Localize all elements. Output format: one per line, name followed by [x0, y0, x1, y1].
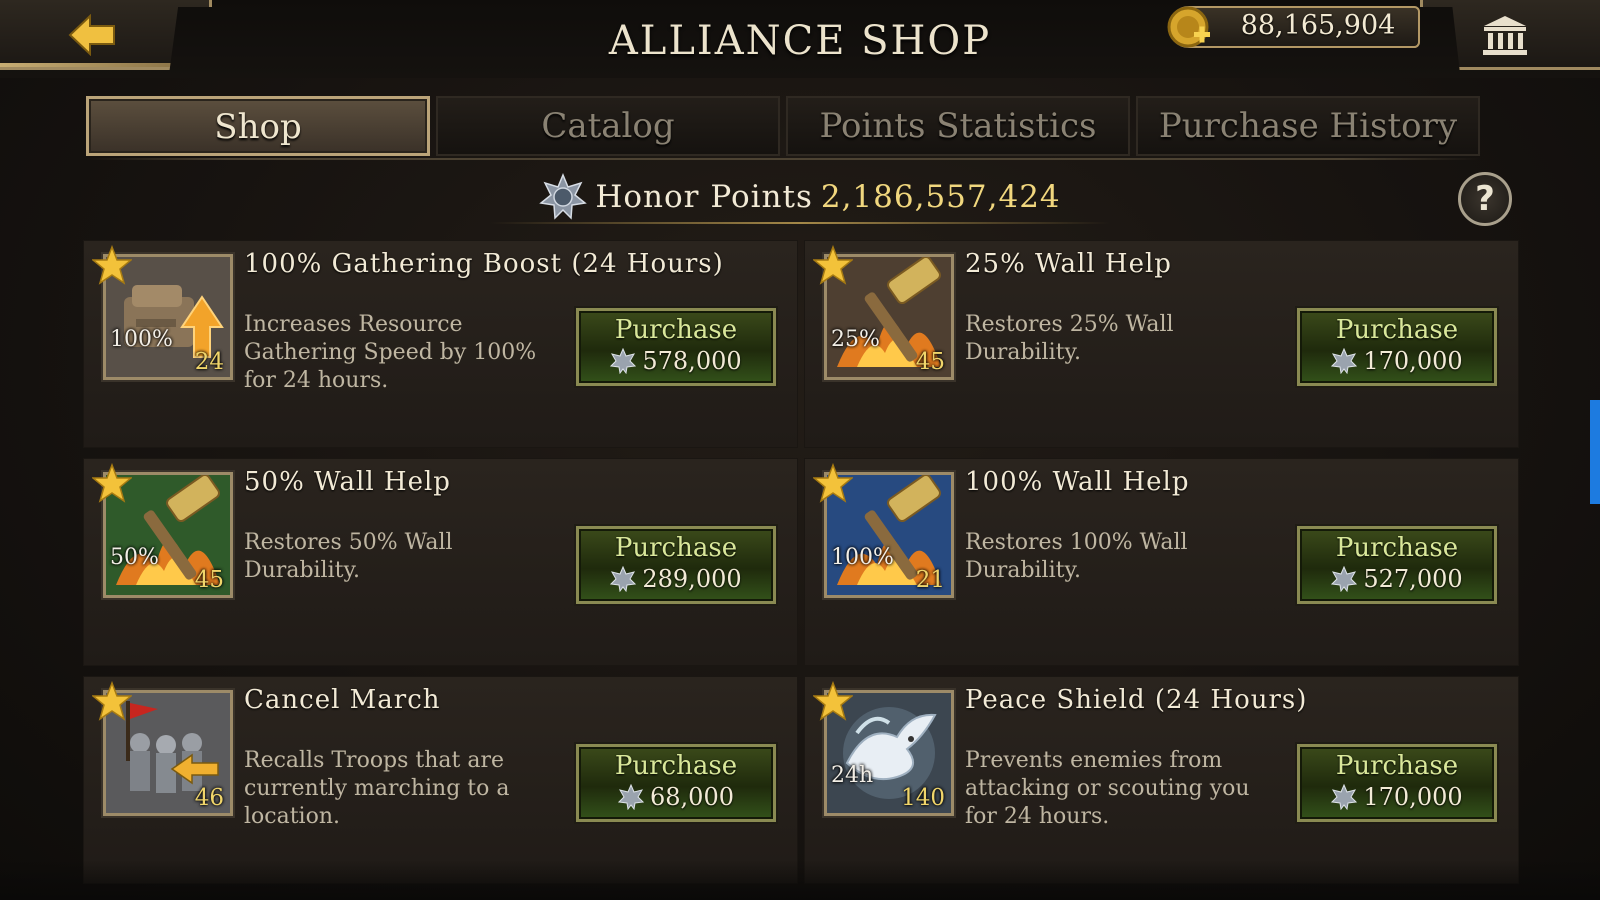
item-description: Restores 50% Wall Durability.: [244, 530, 453, 583]
star-icon: [813, 463, 853, 503]
tab-bar: Shop Catalog Points Statistics Purchase …: [86, 96, 1481, 158]
item-name: 100% Wall Help: [965, 467, 1190, 497]
star-icon: [813, 245, 853, 285]
item-quantity: 24: [194, 349, 224, 375]
tab-catalog[interactable]: Catalog: [436, 96, 780, 156]
honor-underline: [490, 222, 1110, 224]
honor-medal-icon: [539, 173, 588, 220]
honor-medal-icon: [1331, 784, 1358, 810]
purchase-label: Purchase: [614, 751, 738, 781]
item-price: 578,000: [642, 347, 742, 375]
item-badge: 100%: [831, 545, 894, 570]
item-quantity: 46: [194, 785, 224, 811]
purchase-button[interactable]: Purchase 170,000: [1297, 308, 1497, 386]
gold-coin-plus-icon[interactable]: [1166, 4, 1212, 50]
item-price: 289,000: [642, 565, 742, 593]
star-icon: [92, 463, 132, 503]
shop-item-card: 25% 45 25% Wall Help Restores 25% Wall D…: [804, 240, 1519, 448]
bottom-fade: [0, 860, 1600, 900]
item-badge: 24h: [831, 763, 874, 788]
star-icon: [813, 681, 853, 721]
honor-medal-icon: [610, 348, 637, 374]
shop-item-card: 24h 140 Peace Shield (24 Hours) Prevents…: [804, 676, 1519, 884]
shop-items-grid: 100% 24 100% Gathering Boost (24 Hours) …: [83, 240, 1519, 884]
bank-icon: [1483, 16, 1527, 55]
shop-item-card: 50% 45 50% Wall Help Restores 50% Wall D…: [83, 458, 798, 666]
purchase-label: Purchase: [1335, 533, 1459, 563]
purchase-button[interactable]: Purchase 578,000: [576, 308, 776, 386]
item-description: Prevents enemies from attacking or scout…: [965, 748, 1250, 829]
item-badge: 50%: [110, 545, 159, 570]
item-quantity: 45: [194, 567, 224, 593]
item-name: Peace Shield (24 Hours): [965, 685, 1308, 715]
honor-points-bar: Honor Points 2,186,557,424: [0, 170, 1600, 224]
help-button[interactable]: ?: [1458, 172, 1512, 226]
purchase-label: Purchase: [614, 533, 738, 563]
item-price: 68,000: [650, 783, 734, 811]
tab-purchase-history[interactable]: Purchase History: [1136, 96, 1480, 156]
item-price: 170,000: [1363, 783, 1463, 811]
purchase-button[interactable]: Purchase 289,000: [576, 526, 776, 604]
item-price: 527,000: [1363, 565, 1463, 593]
honor-medal-icon: [1331, 348, 1358, 374]
item-quantity: 45: [915, 349, 945, 375]
item-description: Recalls Troops that are currently marchi…: [244, 748, 510, 829]
item-name: Cancel March: [244, 685, 441, 715]
shop-item-card: 100% 21 100% Wall Help Restores 100% Wal…: [804, 458, 1519, 666]
item-description: Restores 100% Wall Durability.: [965, 530, 1188, 583]
honor-points-value: 2,186,557,424: [820, 179, 1061, 215]
tab-points-statistics[interactable]: Points Statistics: [786, 96, 1130, 156]
shop-item-card: 46 Cancel March Recalls Troops that are …: [83, 676, 798, 884]
tab-shop[interactable]: Shop: [86, 96, 430, 156]
purchase-button[interactable]: Purchase 68,000: [576, 744, 776, 822]
honor-medal-icon: [610, 566, 637, 592]
item-quantity: 140: [901, 785, 945, 811]
item-badge: 100%: [110, 327, 173, 352]
star-icon: [92, 681, 132, 721]
tab-divider: [86, 158, 1481, 160]
purchase-button[interactable]: Purchase 527,000: [1297, 526, 1497, 604]
purchase-label: Purchase: [1335, 751, 1459, 781]
item-name: 50% Wall Help: [244, 467, 451, 497]
honor-points-label: Honor Points: [595, 179, 813, 215]
purchase-button[interactable]: Purchase 170,000: [1297, 744, 1497, 822]
item-price: 170,000: [1363, 347, 1463, 375]
star-icon: [92, 245, 132, 285]
honor-medal-icon: [1331, 566, 1358, 592]
honor-medal-icon: [618, 784, 644, 810]
purchase-label: Purchase: [614, 315, 738, 345]
item-name: 25% Wall Help: [965, 249, 1172, 279]
item-quantity: 21: [915, 567, 945, 593]
shop-item-card: 100% 24 100% Gathering Boost (24 Hours) …: [83, 240, 798, 448]
item-description: Restores 25% Wall Durability.: [965, 312, 1174, 365]
gold-amount: 88,165,904: [1240, 10, 1396, 41]
item-name: 100% Gathering Boost (24 Hours): [244, 249, 724, 279]
purchase-label: Purchase: [1335, 315, 1459, 345]
item-badge: 25%: [831, 327, 880, 352]
item-description: Increases Resource Gathering Speed by 10…: [244, 312, 537, 393]
side-drawer-handle[interactable]: [1590, 400, 1600, 504]
